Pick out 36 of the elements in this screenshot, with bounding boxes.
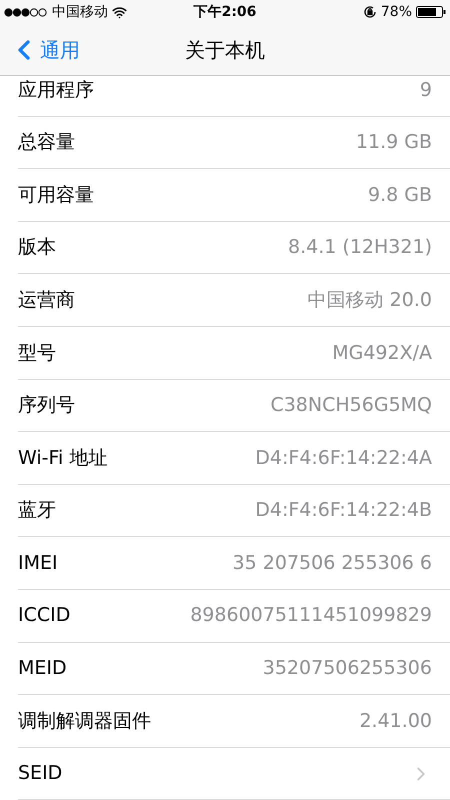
row-value: D4:F4:6F:14:22:4B	[255, 498, 432, 524]
row-label: 总容量	[18, 130, 76, 156]
wifi-icon	[112, 4, 127, 20]
row-label: Wi-Fi 地址	[18, 446, 108, 471]
row-value: 9.8 GB	[368, 182, 432, 208]
row-label: IMEI	[18, 550, 59, 576]
carrier-name: 中国移动	[52, 2, 108, 22]
row-label: 序列号	[18, 393, 76, 418]
row-label: 应用程序	[18, 78, 95, 103]
row-label: MEID	[18, 656, 68, 682]
row-label: 调制解调器固件	[18, 708, 152, 734]
row-value: 11.9 GB	[356, 130, 432, 156]
row-label: 蓝牙	[18, 498, 57, 524]
orientation-lock-icon	[362, 5, 377, 19]
row-value: 89860075111451099829	[190, 603, 432, 628]
row-label: SEID	[18, 761, 64, 786]
row-value: D4:F4:6F:14:22:4A	[255, 446, 432, 471]
row-value: 9	[420, 78, 432, 103]
nav-title: 关于本机	[185, 36, 265, 64]
battery-icon	[416, 6, 446, 18]
row-value: 2.41.00	[359, 708, 432, 734]
status-time: 下午2:06	[194, 2, 256, 22]
row-value: 中国移动 20.0	[308, 288, 432, 313]
row-label: ICCID	[18, 603, 72, 628]
row-value: C38NCH56G5MQ	[270, 393, 432, 418]
row-value: 35 207506 255306 6	[232, 550, 432, 576]
row-label: 可用容量	[18, 182, 95, 208]
row-value: 8.4.1 (12H321)	[288, 235, 432, 260]
battery-percent: 78%	[380, 2, 412, 22]
row-label: 版本	[18, 235, 57, 260]
row-label: 型号	[18, 340, 57, 366]
signal-icon	[4, 8, 48, 16]
back-button[interactable]: 通用	[0, 34, 80, 66]
row-value: MG492X/A	[332, 340, 432, 366]
row-value: 35207506255306	[262, 656, 432, 682]
row-label: 运营商	[18, 288, 76, 313]
